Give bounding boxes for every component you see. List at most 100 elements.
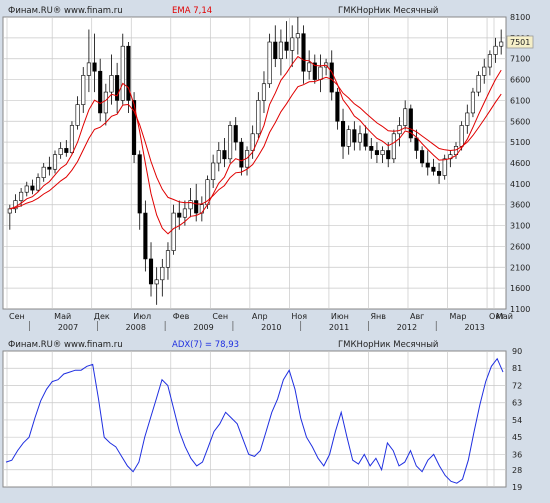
candle-body bbox=[47, 166, 52, 170]
candle-body bbox=[250, 133, 255, 151]
upper-source-label: Финам.RU® www.finam.ru bbox=[8, 6, 123, 16]
candle-body bbox=[437, 171, 442, 176]
candle-body bbox=[335, 91, 340, 122]
month-tick-label: Авг bbox=[410, 312, 424, 321]
month-tick-label: Дек bbox=[94, 312, 110, 321]
price-tick-label: 1100 bbox=[510, 305, 530, 314]
price-tick-label: 3600 bbox=[510, 201, 530, 210]
price-tick-label: 2600 bbox=[510, 242, 530, 251]
month-tick-label: Сен bbox=[212, 312, 228, 321]
price-tick-label: 8100 bbox=[510, 13, 530, 22]
stage: 1100 1600 2100 2600 3100 3600 4100 4600 5100 5600… bbox=[0, 0, 550, 499]
price-tick-label: 4600 bbox=[510, 159, 530, 168]
upper-instrument-label: ГМКНорНик Месячный bbox=[338, 6, 438, 16]
candle-body bbox=[30, 185, 35, 191]
candle-body bbox=[165, 250, 171, 268]
candle-body bbox=[41, 166, 46, 178]
candle-body bbox=[69, 125, 74, 153]
adx-tick-label: 72 bbox=[512, 381, 522, 390]
candle-body bbox=[177, 212, 182, 218]
candle-body bbox=[154, 279, 159, 285]
adx-tick-label: 81 bbox=[512, 364, 522, 373]
time-axis: Сен Май Дек Июл Фев Сен Апр Ноя Июн Янв Авг Мар ОктМ… bbox=[9, 312, 513, 332]
year-tick-label: 2013 bbox=[464, 323, 484, 332]
month-tick-label: Сен bbox=[9, 312, 25, 321]
price-tick-label: 2100 bbox=[510, 263, 530, 272]
month-tick-label: Май bbox=[496, 312, 513, 321]
candle-body bbox=[143, 212, 148, 260]
candle-body bbox=[194, 200, 199, 214]
price-tick-label: 6600 bbox=[510, 76, 530, 85]
candle-body bbox=[81, 75, 86, 105]
candle-body bbox=[307, 62, 312, 72]
candle-body bbox=[216, 150, 221, 164]
candle-body bbox=[499, 41, 504, 47]
candle-body bbox=[470, 91, 475, 114]
price-tick-label: 5600 bbox=[510, 117, 530, 126]
adx-tick-label: 90 bbox=[512, 347, 522, 356]
candle-body bbox=[64, 148, 69, 153]
candle-body bbox=[273, 41, 278, 60]
candle-body bbox=[284, 41, 289, 51]
month-tick-label: Май bbox=[54, 312, 71, 321]
candle-body bbox=[233, 125, 238, 143]
lower-instrument-label: ГМКНорНик Месячный bbox=[338, 340, 438, 350]
candle-body bbox=[357, 133, 363, 143]
ema-indicator-label: EMA 7,14 bbox=[172, 6, 212, 16]
candle-body bbox=[369, 146, 374, 151]
candle-body bbox=[182, 208, 187, 218]
lower-source-label: Финам.RU® www.finam.ru bbox=[8, 340, 123, 350]
candle-body bbox=[476, 75, 481, 93]
candle-body bbox=[278, 41, 283, 60]
candle-body bbox=[98, 70, 103, 114]
candle-body bbox=[386, 150, 391, 160]
candle-body bbox=[261, 83, 267, 101]
candle-body bbox=[459, 125, 464, 147]
candle-body bbox=[222, 150, 227, 160]
candle-body bbox=[92, 62, 97, 72]
adx-tick-label: 63 bbox=[512, 399, 522, 408]
candle-body bbox=[380, 150, 385, 155]
candle-body bbox=[487, 54, 492, 68]
candle-body bbox=[425, 162, 430, 168]
candle-body bbox=[329, 62, 334, 93]
adx-tick-label: 54 bbox=[512, 416, 522, 425]
candle-body bbox=[211, 162, 216, 180]
candle-body bbox=[391, 133, 396, 160]
candle-body bbox=[228, 125, 233, 160]
price-tick-label: 3100 bbox=[510, 222, 530, 231]
last-price-label: 7501 bbox=[510, 38, 530, 47]
candle-body bbox=[318, 66, 323, 80]
month-tick-label: Июл bbox=[133, 312, 151, 321]
year-tick-label: 2011 bbox=[329, 323, 349, 332]
candle-body bbox=[160, 266, 165, 281]
month-tick-label: Мар bbox=[450, 312, 467, 321]
candle-body bbox=[137, 154, 142, 214]
price-tick-label: 1600 bbox=[510, 284, 530, 293]
adx-axis: 19 28 36 45 54 63 72 81 90 bbox=[512, 347, 522, 492]
candle-body bbox=[431, 166, 436, 172]
candle-body bbox=[465, 112, 470, 126]
candle-body bbox=[58, 148, 63, 155]
chart-canvas: 1100 1600 2100 2600 3100 3600 4100 4600 5100 5600… bbox=[2, 6, 534, 492]
year-tick-label: 2008 bbox=[126, 323, 146, 332]
year-tick-label: 2007 bbox=[58, 323, 78, 332]
price-axis: 1100 1600 2100 2600 3100 3600 4100 4600 5100 5600… bbox=[510, 13, 530, 314]
price-tick-label: 4100 bbox=[510, 180, 530, 189]
candle-body bbox=[301, 33, 306, 72]
candle-body bbox=[482, 66, 487, 76]
month-tick-label: Ноя bbox=[291, 312, 307, 321]
adx-plot-area bbox=[2, 350, 507, 488]
candle-body bbox=[115, 75, 120, 101]
candle-body bbox=[148, 258, 154, 285]
candle-body bbox=[7, 208, 12, 214]
adx-tick-label: 45 bbox=[512, 433, 522, 442]
price-tick-label: 5100 bbox=[510, 138, 530, 147]
adx-indicator-label: ADX(7) = 78,93 bbox=[172, 340, 239, 350]
candle-body bbox=[86, 62, 91, 76]
candle-body bbox=[256, 100, 261, 135]
candle-body bbox=[19, 191, 24, 201]
candle-body bbox=[188, 200, 193, 210]
year-tick-label: 2010 bbox=[261, 323, 281, 332]
adx-tick-label: 28 bbox=[512, 466, 522, 475]
